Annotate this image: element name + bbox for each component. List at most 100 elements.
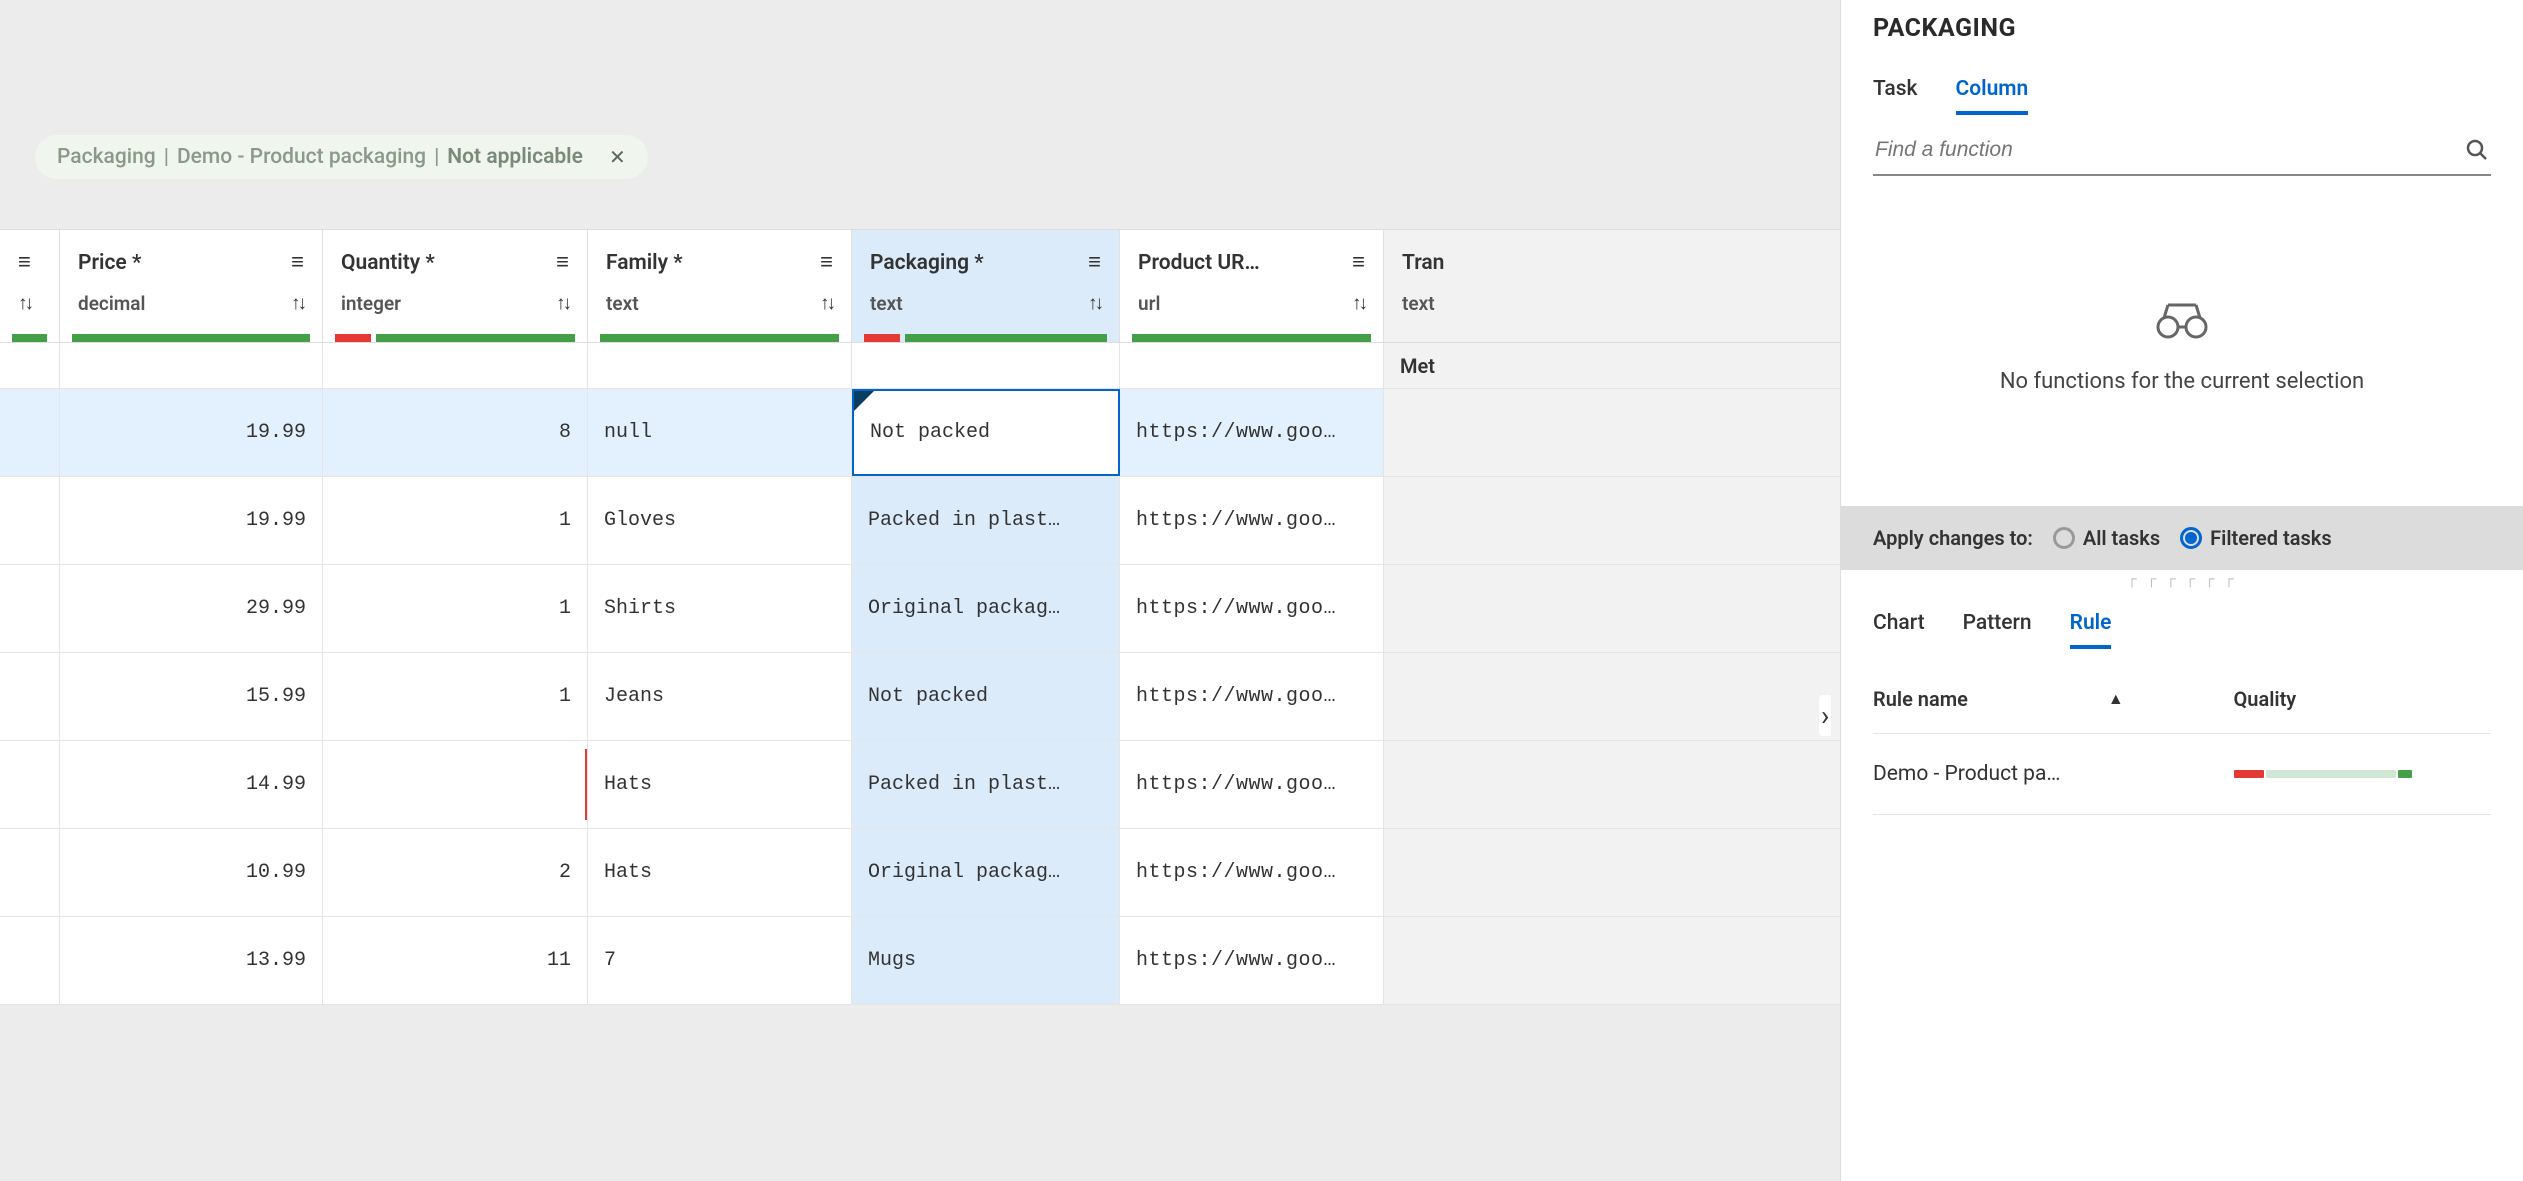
apply-changes-bar: Apply changes to: All tasks Filtered tas… — [1841, 506, 2523, 570]
cell-packaging[interactable] — [852, 389, 1120, 476]
tab-column[interactable]: Column — [1956, 77, 2029, 115]
sort-icon[interactable]: ↑↓ — [556, 291, 569, 315]
hamburger-icon[interactable]: ≡ — [291, 252, 304, 274]
cell-packaging[interactable]: Packed in plast… — [852, 477, 1120, 564]
search-icon[interactable] — [2465, 138, 2489, 162]
tab-task[interactable]: Task — [1873, 77, 1918, 115]
table-row[interactable]: 19.991GlovesPacked in plast…https://www.… — [0, 477, 1840, 565]
column-transform[interactable]: Tran text — [1384, 230, 1840, 342]
cell-url[interactable]: https://www.goo… — [1120, 477, 1384, 564]
cell-packaging[interactable]: Not packed — [852, 653, 1120, 740]
column-title: Price * — [78, 251, 141, 275]
sort-icon[interactable]: ↑↓ — [18, 291, 31, 315]
row-handle[interactable] — [0, 829, 60, 916]
hamburger-icon[interactable]: ≡ — [820, 252, 833, 274]
radio-filtered-tasks[interactable]: Filtered tasks — [2180, 526, 2331, 550]
row-handle[interactable] — [0, 741, 60, 828]
row-handle[interactable] — [0, 477, 60, 564]
cell-transform[interactable] — [1384, 565, 1840, 652]
cell-family[interactable]: 7 — [588, 917, 852, 1004]
cell-url[interactable]: https://www.goo… — [1120, 741, 1384, 828]
cell-price[interactable]: 15.99 — [60, 653, 323, 740]
sort-icon[interactable]: ↑↓ — [820, 291, 833, 315]
row-handle[interactable] — [0, 653, 60, 740]
cell-transform[interactable] — [1384, 741, 1840, 828]
tab-chart[interactable]: Chart — [1873, 611, 1925, 649]
row-handle[interactable] — [0, 389, 60, 476]
cell-url[interactable]: https://www.goo… — [1120, 653, 1384, 740]
sort-icon[interactable]: ↑↓ — [1088, 291, 1101, 315]
cell-packaging[interactable]: Mugs — [852, 917, 1120, 1004]
cell-url[interactable]: https://www.goo… — [1120, 565, 1384, 652]
rule-row[interactable]: Demo - Product pa… — [1873, 734, 2491, 815]
cell-transform[interactable] — [1384, 917, 1840, 1004]
cell-family[interactable]: Shirts — [588, 565, 852, 652]
cell-price[interactable]: 29.99 — [60, 565, 323, 652]
cell-quantity[interactable]: 1 — [323, 477, 588, 564]
table-row[interactable]: 14.99 HatsPacked in plast…https://www.goo… — [0, 741, 1840, 829]
cell-price[interactable]: 19.99 — [60, 477, 323, 564]
filter-chip-close-icon[interactable]: ✕ — [609, 145, 626, 169]
table-row[interactable]: 10.992HatsOriginal packag…https://www.go… — [0, 829, 1840, 917]
meta-label: Met — [1400, 354, 1435, 378]
cell-price[interactable]: 19.99 — [60, 389, 323, 476]
cell-url[interactable]: https://www.goo… — [1120, 917, 1384, 1004]
cell-quantity[interactable]: 1 — [323, 653, 588, 740]
function-search-input[interactable] — [1875, 132, 2465, 168]
cell-quantity[interactable] — [323, 741, 588, 828]
cell-family[interactable]: Hats — [588, 829, 852, 916]
cell-edit-input[interactable] — [870, 391, 1102, 474]
column-family[interactable]: Family * ≡ text ↑↓ — [588, 230, 852, 342]
row-handle[interactable] — [0, 917, 60, 1004]
column-quantity[interactable]: Quantity * ≡ integer ↑↓ — [323, 230, 588, 342]
sort-icon[interactable]: ↑↓ — [291, 291, 304, 315]
hamburger-icon[interactable]: ≡ — [1088, 252, 1101, 274]
filter-chip-part1: Packaging — [57, 145, 156, 169]
table-row[interactable]: 13.99117Mugshttps://www.goo… — [0, 917, 1840, 1005]
cell-quantity[interactable]: 11 — [323, 917, 588, 1004]
cell-family[interactable]: Gloves — [588, 477, 852, 564]
cell-family[interactable]: null — [588, 389, 852, 476]
cell-url[interactable]: https://www.goo… — [1120, 389, 1384, 476]
row-handle[interactable] — [0, 565, 60, 652]
function-search[interactable] — [1873, 126, 2491, 176]
sort-icon[interactable]: ↑↓ — [1352, 291, 1365, 315]
cell-transform[interactable] — [1384, 829, 1840, 916]
lower-tabs: Chart Pattern Rule — [1841, 589, 2523, 649]
column-title: Tran — [1402, 251, 1444, 275]
cell-price[interactable]: 13.99 — [60, 917, 323, 1004]
drag-handle-icon[interactable]: ┌ ┌ ┌ ┌ ┌ ┌ — [1841, 570, 2523, 589]
cell-quantity[interactable]: 1 — [323, 565, 588, 652]
tab-rule[interactable]: Rule — [2070, 611, 2112, 649]
sort-caret-icon[interactable]: ▲ — [2108, 689, 2124, 709]
cell-packaging[interactable]: Original packag… — [852, 565, 1120, 652]
cell-packaging[interactable]: Original packag… — [852, 829, 1120, 916]
filter-chip[interactable]: Packaging | Demo - Product packaging | N… — [35, 135, 648, 179]
hamburger-icon[interactable]: ≡ — [556, 252, 569, 274]
cell-packaging[interactable]: Packed in plast… — [852, 741, 1120, 828]
cell-transform[interactable] — [1384, 477, 1840, 564]
table-row[interactable]: 15.991JeansNot packedhttps://www.goo… — [0, 653, 1840, 741]
hamburger-icon[interactable]: ≡ — [18, 252, 31, 274]
sidebar-collapse-icon[interactable]: › — [1819, 695, 1831, 736]
column-price[interactable]: Price * ≡ decimal ↑↓ — [60, 230, 323, 342]
cell-quantity[interactable]: 8 — [323, 389, 588, 476]
table-row[interactable]: 19.998null https://www.goo… — [0, 389, 1840, 477]
cell-price[interactable]: 10.99 — [60, 829, 323, 916]
cell-family[interactable]: Jeans — [588, 653, 852, 740]
tab-pattern[interactable]: Pattern — [1963, 611, 2032, 649]
column-type: text — [870, 292, 903, 315]
cell-url[interactable]: https://www.goo… — [1120, 829, 1384, 916]
cell-quantity[interactable]: 2 — [323, 829, 588, 916]
column-product-url[interactable]: Product UR… ≡ url ↑↓ — [1120, 230, 1384, 342]
table-row[interactable]: 29.991ShirtsOriginal packag…https://www.… — [0, 565, 1840, 653]
rule-head-name[interactable]: Rule name — [1873, 687, 1968, 711]
hamburger-icon[interactable]: ≡ — [1352, 252, 1365, 274]
cell-price[interactable]: 14.99 — [60, 741, 323, 828]
column-packaging[interactable]: Packaging * ≡ text ↑↓ — [852, 230, 1120, 342]
radio-all-tasks[interactable]: All tasks — [2053, 526, 2160, 550]
cell-transform[interactable] — [1384, 653, 1840, 740]
cell-family[interactable]: Hats — [588, 741, 852, 828]
cell-transform[interactable] — [1384, 389, 1840, 476]
rule-head-quality[interactable]: Quality — [2234, 687, 2297, 711]
